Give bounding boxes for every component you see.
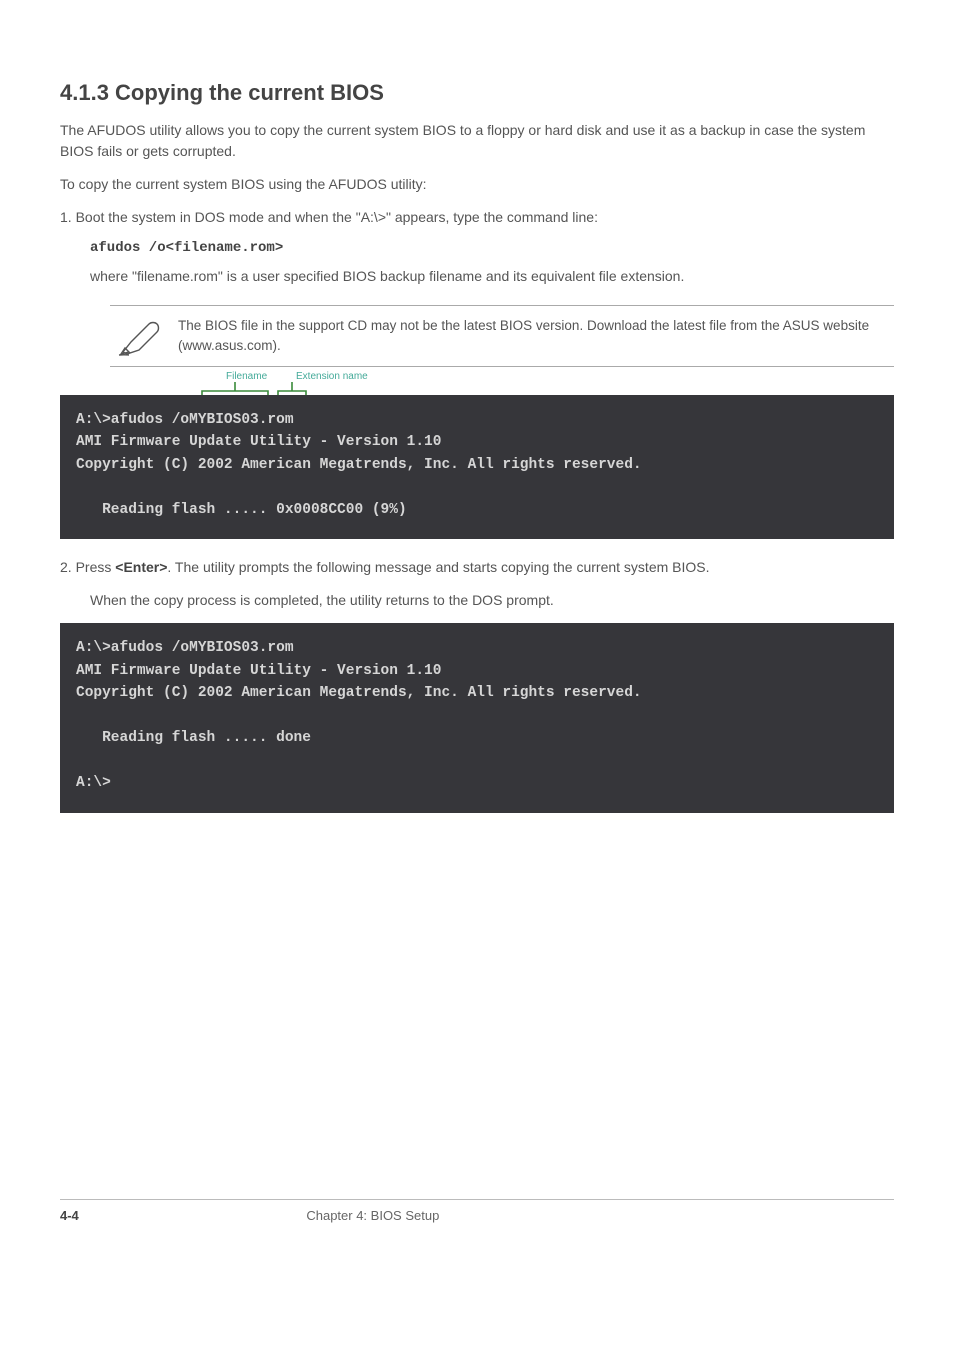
bracket-label-filename: Filename [226,371,268,382]
note-text: The BIOS file in the support CD may not … [178,316,894,355]
command-line: afudos /o<filename.rom> [90,240,894,256]
term1-line3: Copyright (C) 2002 American Megatrends, … [76,454,878,476]
term2-line1: A:\>afudos /oMYBIOS03.rom [76,637,878,659]
term1-line2: AMI Firmware Update Utility - Version 1.… [76,431,878,453]
step-2-suffix: . The utility prompts the following mess… [167,559,709,575]
note-block: The BIOS file in the support CD may not … [110,305,894,367]
section-heading: 4.1.3 Copying the current BIOS [60,80,894,106]
step-1: 1. Boot the system in DOS mode and when … [60,207,894,228]
term2-line4: Reading flash ..... done [76,727,878,749]
step-2: 2. Press <Enter>. The utility prompts th… [60,557,894,578]
completion-text: When the copy process is completed, the … [90,590,894,611]
terminal-output-1: A:\>afudos /oMYBIOS03.romAMI Firmware Up… [60,395,894,539]
bracket-label-extension: Extension name [296,371,368,382]
enter-key: <Enter> [115,559,167,575]
term2-line5: A:\> [76,772,878,794]
terminal-output-2: A:\>afudos /oMYBIOS03.romAMI Firmware Up… [60,623,894,812]
step-2-prefix: Press [76,559,112,575]
term1-line4: Reading flash ..... 0x0008CC00 (9%) [76,499,878,521]
chapter-label: Chapter 4: BIOS Setup [306,1208,439,1223]
page-footer: 4-4 Chapter 4: BIOS Setup [60,1199,894,1223]
where-clause: where "filename.rom" is a user specified… [90,266,894,287]
term2-line3: Copyright (C) 2002 American Megatrends, … [76,682,878,704]
term1-line1: A:\>afudos /oMYBIOS03.rom [76,409,878,431]
steps-intro: To copy the current system BIOS using th… [60,174,894,195]
intro-paragraph: The AFUDOS utility allows you to copy th… [60,120,894,162]
page-number: 4-4 [60,1208,79,1223]
term2-line2: AMI Firmware Update Utility - Version 1.… [76,660,878,682]
step-1-text: Boot the system in DOS mode and when the… [76,209,598,225]
pen-note-icon [110,316,178,356]
